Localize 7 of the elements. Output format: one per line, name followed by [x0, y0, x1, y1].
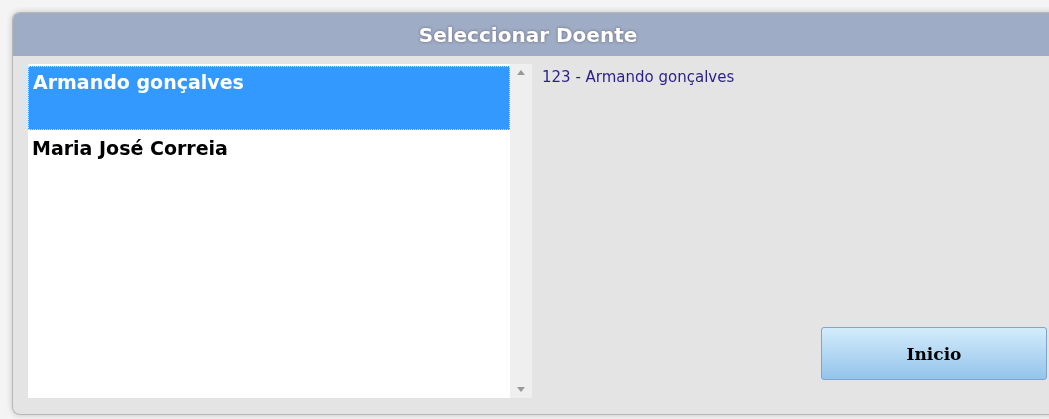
scrollbar[interactable]: [510, 64, 532, 398]
patient-detail: 123 - Armando gonçalves: [542, 68, 736, 86]
patient-item[interactable]: Maria José Correia: [28, 133, 510, 160]
dialog-title: Seleccionar Doente: [418, 22, 638, 47]
scroll-up-icon[interactable]: [517, 70, 525, 75]
start-button[interactable]: Inicio: [821, 327, 1047, 380]
scroll-down-icon[interactable]: [517, 387, 525, 392]
